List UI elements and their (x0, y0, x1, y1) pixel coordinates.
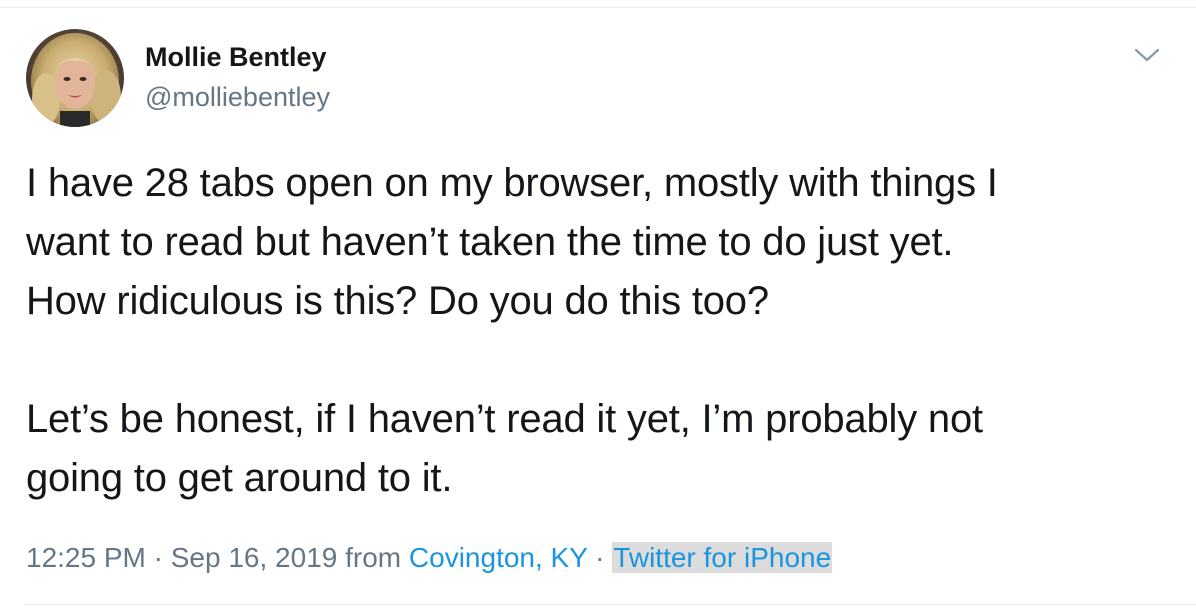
chevron-down-icon[interactable] (1132, 44, 1162, 66)
tweet-date[interactable]: Sep 16, 2019 (171, 542, 338, 573)
tweet-text-line: Let’s be honest, if I haven’t read it ye… (26, 397, 983, 441)
source-link[interactable]: Twitter for iPhone (612, 542, 833, 573)
author-username[interactable]: @molliebentley (145, 82, 330, 113)
top-divider (0, 7, 1196, 8)
tweet-text-line: want to read but haven’t taken the time … (26, 220, 954, 264)
avatar[interactable] (26, 29, 124, 127)
tweet-text: I have 28 tabs open on my browser, mostl… (26, 154, 1176, 508)
tweet-text-line: How ridiculous is this? Do you do this t… (26, 279, 769, 323)
tweet-metadata: 12:25 PM · Sep 16, 2019 from Covington, … (26, 538, 833, 578)
profile-photo-icon (26, 29, 124, 127)
tweet-text-line: going to get around to it. (26, 456, 453, 500)
location-link[interactable]: Covington, KY (409, 542, 588, 573)
author-display-name[interactable]: Mollie Bentley (145, 42, 327, 73)
from-label: from (337, 542, 409, 573)
tweet-text-line: I have 28 tabs open on my browser, mostl… (26, 161, 998, 205)
bottom-divider (26, 604, 1196, 605)
meta-separator: · (145, 542, 171, 573)
meta-separator: · (587, 542, 613, 573)
tweet-time[interactable]: 12:25 PM (26, 542, 146, 573)
